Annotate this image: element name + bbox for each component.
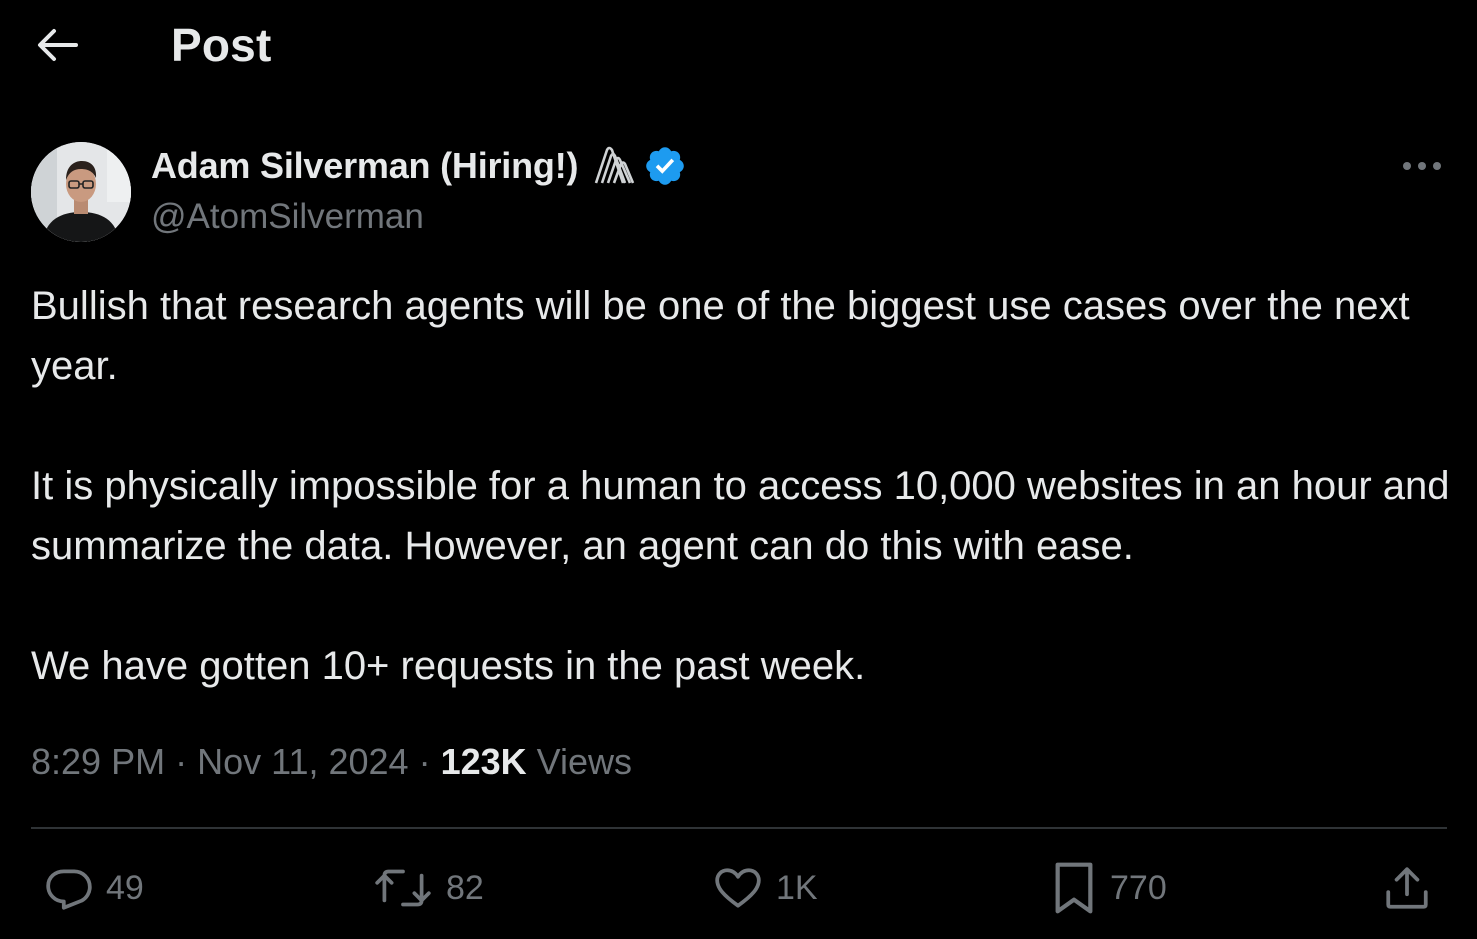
post-paragraph: Bullish that research agents will be one… [31, 284, 1410, 388]
repost-count: 82 [446, 868, 484, 907]
author-handle[interactable]: @AtomSilverman [151, 194, 424, 240]
post-meta: 8:29 PM · Nov 11, 2024 · 123K Views [31, 738, 632, 786]
share-icon [1386, 867, 1428, 909]
more-horizontal-icon [1403, 162, 1441, 170]
post-body: Bullish that research agents will be one… [31, 276, 1451, 696]
page-title: Post [171, 19, 272, 71]
meta-separator: · [165, 741, 198, 782]
heart-icon [715, 868, 761, 908]
author-avatar[interactable] [31, 142, 131, 242]
author-name[interactable]: Adam Silverman (Hiring!) [151, 145, 578, 187]
reply-button[interactable]: 49 [44, 856, 144, 920]
arrow-left-icon [38, 29, 78, 61]
share-button[interactable] [1382, 856, 1432, 920]
post-date[interactable]: Nov 11, 2024 [197, 741, 408, 782]
reply-icon [46, 869, 92, 910]
repost-icon [375, 869, 431, 907]
post-time[interactable]: 8:29 PM [31, 741, 165, 782]
action-bar: 49 82 1K 770 [0, 856, 1477, 920]
bookmark-button[interactable]: 770 [1050, 856, 1167, 920]
meta-separator: · [408, 741, 441, 782]
views-label: Views [526, 741, 633, 782]
divider [31, 827, 1447, 829]
post-paragraph: It is physically impossible for a human … [31, 464, 1450, 568]
verified-badge-icon[interactable] [642, 143, 688, 189]
more-options-button[interactable] [1396, 142, 1448, 190]
agentops-logo-icon[interactable] [592, 144, 636, 188]
reply-count: 49 [106, 868, 144, 907]
post-paragraph: We have gotten 10+ requests in the past … [31, 644, 866, 688]
top-bar: Post [0, 0, 1477, 92]
avatar-image [31, 142, 131, 242]
repost-button[interactable]: 82 [372, 856, 484, 920]
bookmark-icon [1055, 862, 1093, 914]
views-count: 123K [440, 741, 527, 782]
like-button[interactable]: 1K [712, 856, 818, 920]
author-name-row: Adam Silverman (Hiring!) [151, 142, 688, 190]
like-count: 1K [776, 868, 818, 907]
back-button[interactable] [30, 18, 84, 72]
bookmark-count: 770 [1110, 868, 1167, 907]
